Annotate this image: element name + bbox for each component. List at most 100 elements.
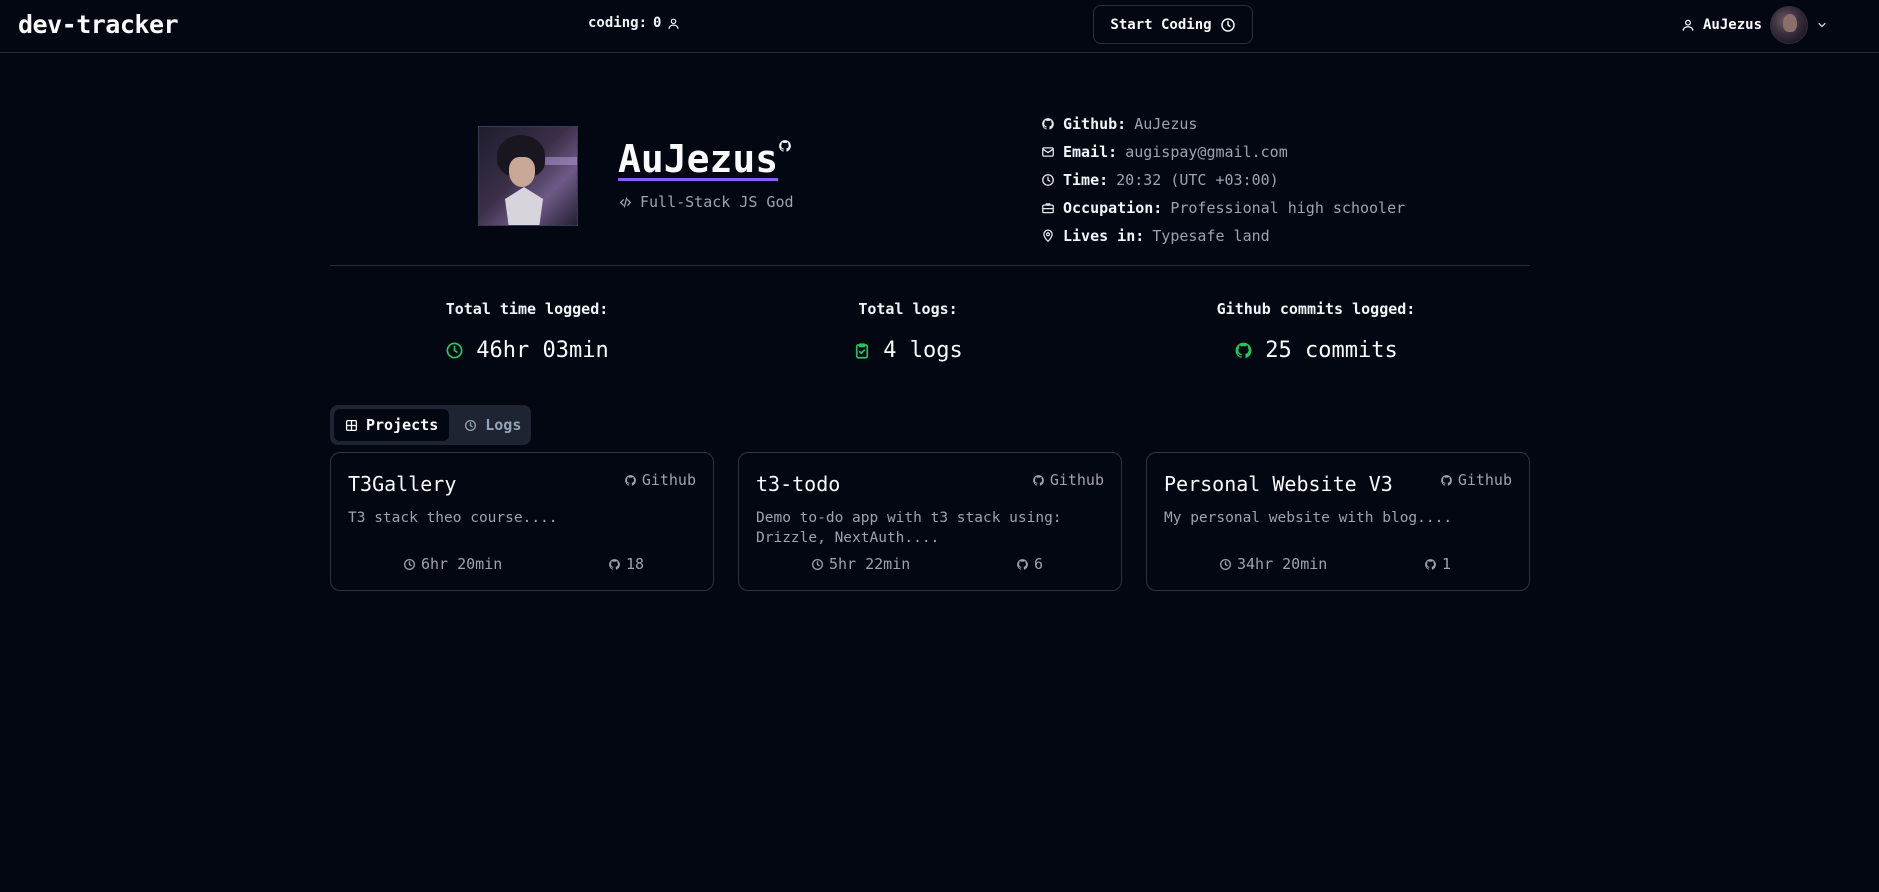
project-card[interactable]: T3Gallery Github T3 stack theo course...… bbox=[330, 452, 714, 591]
project-github-link[interactable]: Github bbox=[1032, 471, 1104, 489]
coding-status: coding: 0 bbox=[588, 15, 680, 31]
info-value: Professional high schooler bbox=[1170, 199, 1406, 217]
github-icon[interactable] bbox=[778, 139, 792, 153]
map-pin-icon bbox=[1041, 229, 1055, 243]
stat-value-row: 25 commits bbox=[1166, 338, 1466, 363]
tab-label: Projects bbox=[366, 416, 439, 434]
project-github-link[interactable]: Github bbox=[624, 471, 696, 489]
stat-total-logs: Total logs: 4 logs bbox=[758, 300, 1058, 363]
chevron-down-icon[interactable] bbox=[1816, 19, 1828, 31]
clock-icon bbox=[445, 341, 464, 360]
stat-label: Total logs: bbox=[858, 300, 958, 318]
mail-icon bbox=[1041, 145, 1055, 159]
info-key: Lives in: bbox=[1063, 227, 1145, 245]
github-icon bbox=[1234, 341, 1253, 360]
project-description: T3 stack theo course.... bbox=[348, 510, 558, 526]
project-commits: 6 bbox=[1016, 555, 1043, 573]
project-commits-value: 1 bbox=[1442, 555, 1452, 573]
info-github: Github: AuJezus bbox=[1041, 110, 1405, 138]
project-card[interactable]: Personal Website V3 Github My personal w… bbox=[1146, 452, 1530, 591]
project-time-value: 5hr 22min bbox=[829, 555, 911, 573]
info-time: Time: 20:32 (UTC +03:00) bbox=[1041, 166, 1405, 194]
github-icon bbox=[624, 474, 637, 487]
stat-label: Total time logged: bbox=[445, 300, 609, 318]
project-card[interactable]: t3-todo Github Demo to-do app with t3 st… bbox=[738, 452, 1122, 591]
github-link-label: Github bbox=[1457, 471, 1512, 489]
info-location: Lives in: Typesafe land bbox=[1041, 222, 1405, 250]
info-value: 20:32 (UTC +03:00) bbox=[1116, 171, 1279, 189]
stat-github-commits: Github commits logged: 25 commits bbox=[1166, 300, 1466, 363]
project-commits-value: 18 bbox=[626, 555, 645, 573]
start-coding-button[interactable]: Start Coding bbox=[1093, 5, 1253, 44]
clock-icon bbox=[1041, 173, 1055, 187]
briefcase-icon bbox=[1041, 201, 1055, 215]
github-icon bbox=[1016, 558, 1029, 571]
top-nav: dev-tracker coding: 0 Start Coding AuJez… bbox=[0, 0, 1879, 53]
avatar[interactable] bbox=[1770, 6, 1809, 44]
project-title[interactable]: t3-todo bbox=[756, 472, 840, 496]
role-text: Full-Stack JS God bbox=[640, 193, 794, 211]
github-icon bbox=[1041, 117, 1055, 131]
github-icon bbox=[1440, 474, 1453, 487]
github-link-label: Github bbox=[641, 471, 696, 489]
user-icon bbox=[667, 17, 680, 30]
info-value: Typesafe land bbox=[1152, 227, 1270, 245]
view-tabs: Projects Logs bbox=[330, 405, 531, 445]
user-menu[interactable]: AuJezus bbox=[1681, 5, 1828, 45]
project-time: 5hr 22min bbox=[811, 555, 910, 573]
clock-icon bbox=[811, 558, 824, 571]
info-key: Time: bbox=[1063, 171, 1109, 189]
project-commits: 18 bbox=[608, 555, 644, 573]
project-github-link[interactable]: Github bbox=[1440, 471, 1512, 489]
stat-value-row: 4 logs bbox=[758, 338, 1058, 363]
clock-icon bbox=[1219, 558, 1232, 571]
project-commits-value: 6 bbox=[1034, 555, 1044, 573]
project-time-value: 34hr 20min bbox=[1237, 555, 1328, 573]
stat-value: 4 logs bbox=[883, 338, 963, 363]
project-description: My personal website with blog.... bbox=[1164, 510, 1453, 526]
stat-value: 25 commits bbox=[1265, 338, 1398, 363]
github-icon bbox=[608, 558, 621, 571]
github-icon bbox=[1032, 474, 1045, 487]
project-title[interactable]: Personal Website V3 bbox=[1164, 472, 1393, 496]
profile-image bbox=[478, 126, 578, 226]
brand-logo[interactable]: dev-tracker bbox=[18, 10, 179, 39]
user-icon bbox=[1681, 18, 1695, 32]
info-key: Github: bbox=[1063, 115, 1127, 133]
stat-value-row: 46hr 03min bbox=[377, 338, 677, 363]
divider bbox=[330, 265, 1530, 266]
profile-role: Full-Stack JS God bbox=[619, 193, 794, 211]
grid-icon bbox=[345, 419, 358, 432]
stat-total-time: Total time logged: 46hr 03min bbox=[377, 300, 677, 363]
info-occupation: Occupation: Professional high schooler bbox=[1041, 194, 1405, 222]
tab-logs[interactable]: Logs bbox=[453, 409, 532, 441]
coding-count: 0 bbox=[653, 15, 662, 31]
nav-username: AuJezus bbox=[1703, 17, 1763, 33]
tab-projects[interactable]: Projects bbox=[334, 409, 450, 441]
github-link-label: Github bbox=[1049, 471, 1104, 489]
stat-label: Github commits logged: bbox=[1216, 300, 1416, 318]
project-title[interactable]: T3Gallery bbox=[348, 472, 456, 496]
code-icon bbox=[619, 196, 632, 209]
github-icon bbox=[1424, 558, 1437, 571]
info-value[interactable]: AuJezus bbox=[1134, 115, 1197, 133]
clipboard-check-icon bbox=[853, 342, 871, 360]
clock-icon bbox=[1220, 17, 1236, 33]
clock-icon bbox=[464, 419, 477, 432]
coding-label: coding: bbox=[588, 15, 648, 31]
info-key: Occupation: bbox=[1063, 199, 1163, 217]
profile-name[interactable]: AuJezus bbox=[618, 137, 778, 181]
project-description: Demo to-do app with t3 stack using: Driz… bbox=[756, 510, 1062, 546]
tab-label: Logs bbox=[485, 416, 522, 434]
project-time: 34hr 20min bbox=[1219, 555, 1327, 573]
profile-info-list: Github: AuJezus Email: augispay@gmail.co… bbox=[1041, 110, 1405, 250]
clock-icon bbox=[403, 558, 416, 571]
start-coding-label: Start Coding bbox=[1110, 16, 1212, 33]
stat-value: 46hr 03min bbox=[476, 338, 609, 363]
project-commits: 1 bbox=[1424, 555, 1451, 573]
project-time: 6hr 20min bbox=[403, 555, 502, 573]
project-time-value: 6hr 20min bbox=[421, 555, 503, 573]
info-key: Email: bbox=[1063, 143, 1118, 161]
info-value[interactable]: augispay@gmail.com bbox=[1125, 143, 1288, 161]
info-email: Email: augispay@gmail.com bbox=[1041, 138, 1405, 166]
